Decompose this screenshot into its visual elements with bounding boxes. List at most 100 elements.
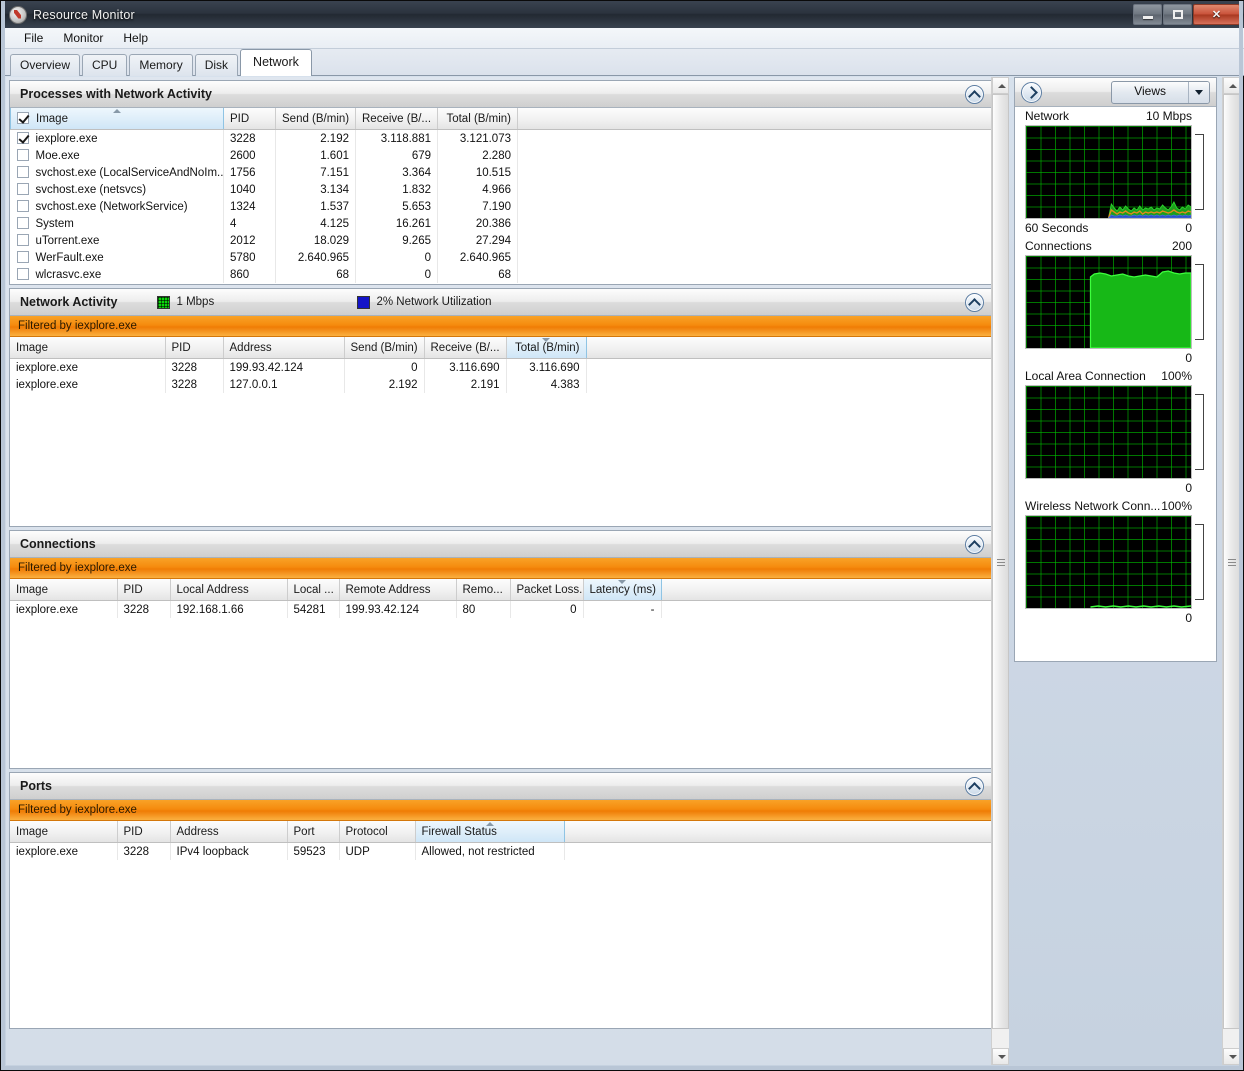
ports-filter-bar[interactable]: Filtered by iexplore.exe <box>10 800 991 821</box>
tab-overview[interactable]: Overview <box>10 54 80 76</box>
cell-image[interactable]: uTorrent.exe <box>11 232 224 249</box>
network-activity-panel-header[interactable]: Network Activity 1 Mbps 2% Network Utili… <box>10 289 991 316</box>
menu-item-help[interactable]: Help <box>113 29 158 47</box>
row-checkbox[interactable] <box>17 149 29 161</box>
scroll-down-arrow-icon[interactable] <box>1223 1048 1240 1065</box>
row-checkbox[interactable] <box>17 268 29 280</box>
chevron-up-icon[interactable] <box>965 85 984 104</box>
cell-image[interactable]: svchost.exe (netsvcs) <box>11 181 224 198</box>
chevron-right-circle-icon[interactable] <box>1021 82 1042 103</box>
col-label-total: Total (B/min) <box>515 342 580 354</box>
scroll-up-arrow-icon[interactable] <box>992 77 1009 94</box>
row-checkbox[interactable] <box>17 251 29 263</box>
row-checkbox[interactable] <box>17 132 29 144</box>
col-header-send[interactable]: Send (B/min) <box>276 108 356 130</box>
cell-image[interactable]: svchost.exe (LocalServiceAndNoIm... <box>11 164 224 181</box>
scrollbar-thumb[interactable] <box>1223 94 1240 1029</box>
views-dropdown-button[interactable]: Views <box>1111 81 1210 104</box>
chevron-up-icon[interactable] <box>965 535 984 554</box>
ports-panel-header[interactable]: Ports <box>10 773 991 800</box>
row-checkbox[interactable] <box>17 200 29 212</box>
col-header-address[interactable]: Address <box>170 821 287 843</box>
table-row[interactable]: System 4 4.125 16.261 20.386 <box>11 215 992 232</box>
col-header-protocol[interactable]: Protocol <box>339 821 415 843</box>
tab-memory[interactable]: Memory <box>129 54 192 76</box>
row-checkbox[interactable] <box>17 234 29 246</box>
cell-image[interactable]: iexplore.exe <box>11 130 224 148</box>
tab-cpu[interactable]: CPU <box>82 54 127 76</box>
table-row[interactable]: iexplore.exe 3228 192.168.1.66 54281 199… <box>10 601 991 619</box>
col-header-image[interactable]: Image <box>10 821 117 843</box>
table-row[interactable]: iexplore.exe 3228 127.0.0.1 2.192 2.191 … <box>10 376 991 393</box>
select-all-checkbox[interactable] <box>17 112 29 124</box>
maximize-button[interactable] <box>1163 4 1192 25</box>
table-row[interactable]: iexplore.exe 3228 199.93.42.124 0 3.116.… <box>10 359 991 377</box>
network-activity-filter-bar[interactable]: Filtered by iexplore.exe <box>10 316 991 337</box>
left-pane-scrollbar[interactable] <box>991 77 1009 1065</box>
col-header-image[interactable]: Image <box>10 337 165 359</box>
col-header-local-address[interactable]: Local Address <box>170 579 287 601</box>
col-header-packet-loss[interactable]: Packet Loss... <box>510 579 583 601</box>
table-row[interactable]: svchost.exe (NetworkService) 1324 1.537 … <box>11 198 992 215</box>
tab-network[interactable]: Network <box>240 49 312 76</box>
cell-total: 7.190 <box>438 198 518 215</box>
menu-item-file[interactable]: File <box>14 29 53 47</box>
col-header-pid[interactable]: PID <box>117 579 170 601</box>
minimize-button[interactable] <box>1133 4 1162 25</box>
table-row[interactable]: wlcrasvc.exe 860 68 0 68 <box>11 266 992 283</box>
table-row[interactable]: WerFault.exe 5780 2.640.965 0 2.640.965 <box>11 249 992 266</box>
col-header-firewall-status[interactable]: Firewall Status <box>415 821 564 843</box>
col-header-send[interactable]: Send (B/min) <box>344 337 424 359</box>
cell-image[interactable]: svchost.exe (NetworkService) <box>11 198 224 215</box>
table-row[interactable]: svchost.exe (netsvcs) 1040 3.134 1.832 4… <box>11 181 992 198</box>
scroll-down-arrow-icon[interactable] <box>992 1048 1009 1065</box>
col-label-protocol: Protocol <box>346 826 388 838</box>
col-header-pid[interactable]: PID <box>165 337 223 359</box>
col-header-pid[interactable]: PID <box>224 108 276 130</box>
col-label-send: Send (B/min) <box>351 342 418 354</box>
scrollbar-thumb[interactable] <box>992 94 1009 1029</box>
cell-image[interactable]: wlcrasvc.exe <box>11 266 224 283</box>
caret-down-icon[interactable] <box>1188 82 1209 103</box>
table-row[interactable]: uTorrent.exe 2012 18.029 9.265 27.294 <box>11 232 992 249</box>
chevron-up-icon[interactable] <box>965 777 984 796</box>
connections-panel-header[interactable]: Connections <box>10 531 991 558</box>
cell-spacer <box>518 266 992 283</box>
row-checkbox[interactable] <box>17 217 29 229</box>
cell-receive: 16.261 <box>356 215 438 232</box>
cell-image[interactable]: System <box>11 215 224 232</box>
col-header-total[interactable]: Total (B/min) <box>438 108 518 130</box>
table-row[interactable]: iexplore.exe 3228 2.192 3.118.881 3.121.… <box>11 130 992 148</box>
graph-wlan-title: Wireless Network Conn... <box>1025 497 1160 515</box>
table-row[interactable]: Moe.exe 2600 1.601 679 2.280 <box>11 147 992 164</box>
col-header-pid[interactable]: PID <box>117 821 170 843</box>
col-header-image[interactable]: Image <box>10 579 117 601</box>
col-header-remote-port[interactable]: Remo... <box>456 579 510 601</box>
row-checkbox[interactable] <box>17 166 29 178</box>
processes-panel-header[interactable]: Processes with Network Activity <box>10 81 991 108</box>
col-header-image[interactable]: Image <box>11 108 224 130</box>
menu-item-monitor[interactable]: Monitor <box>53 29 113 47</box>
network-activity-panel-title: Network Activity <box>20 295 117 309</box>
table-row[interactable]: svchost.exe (LocalServiceAndNoIm... 1756… <box>11 164 992 181</box>
network-activity-header-row: Image PID Address Send (B/min) Receive (… <box>10 337 991 359</box>
right-sidebar-scrollbar[interactable] <box>1222 77 1240 1065</box>
close-button[interactable]: ✕ <box>1193 4 1240 25</box>
col-header-total[interactable]: Total (B/min) <box>506 337 586 359</box>
col-header-latency[interactable]: Latency (ms) <box>583 579 661 601</box>
connections-filter-bar[interactable]: Filtered by iexplore.exe <box>10 558 991 579</box>
row-checkbox[interactable] <box>17 183 29 195</box>
chevron-up-icon[interactable] <box>965 293 984 312</box>
title-bar[interactable]: Resource Monitor ✕ <box>1 1 1244 28</box>
col-header-local-port[interactable]: Local ... <box>287 579 339 601</box>
col-header-receive[interactable]: Receive (B/... <box>424 337 506 359</box>
cell-image[interactable]: Moe.exe <box>11 147 224 164</box>
tab-disk[interactable]: Disk <box>195 54 238 76</box>
cell-image[interactable]: WerFault.exe <box>11 249 224 266</box>
table-row[interactable]: iexplore.exe 3228 IPv4 loopback 59523 UD… <box>10 843 991 861</box>
col-header-port[interactable]: Port <box>287 821 339 843</box>
col-header-address[interactable]: Address <box>223 337 344 359</box>
col-header-receive[interactable]: Receive (B/... <box>356 108 438 130</box>
col-header-remote-address[interactable]: Remote Address <box>339 579 456 601</box>
scroll-up-arrow-icon[interactable] <box>1223 77 1240 94</box>
